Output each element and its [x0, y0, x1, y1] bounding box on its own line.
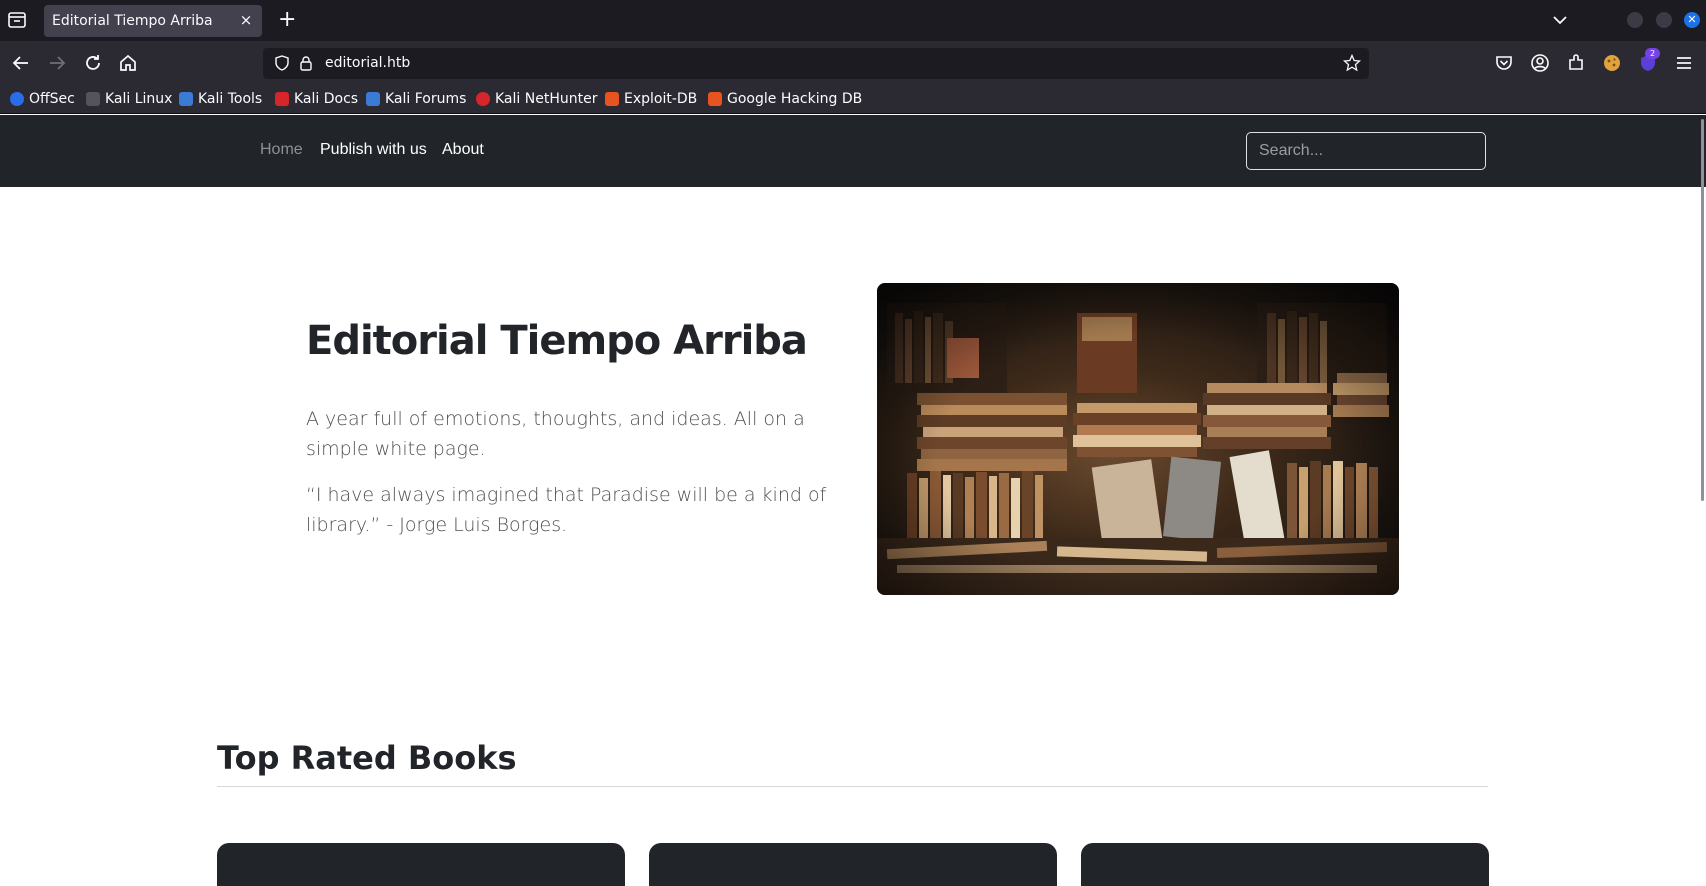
minimize-icon[interactable]: [1627, 12, 1643, 28]
chevron-down-icon[interactable]: [1551, 12, 1569, 28]
new-tab-icon[interactable]: +: [278, 9, 296, 31]
nav-publish-link[interactable]: Publish with us: [320, 141, 427, 159]
kali-tools-icon: [179, 92, 193, 106]
cookie-extension-icon[interactable]: [1602, 53, 1622, 73]
nav-about-link[interactable]: About: [442, 141, 484, 159]
browser-tab[interactable]: Editorial Tiempo Arriba ×: [44, 5, 262, 37]
address-bar[interactable]: editorial.htb: [263, 48, 1369, 79]
extensions-icon[interactable]: [1566, 53, 1586, 73]
hero-bookstore-image: [877, 283, 1399, 595]
bookmark-label: Kali Tools: [198, 91, 263, 107]
kali-docs-icon: [275, 92, 289, 106]
back-icon[interactable]: [10, 52, 32, 74]
scrollbar-thumb[interactable]: [1701, 119, 1704, 501]
bookmark-kali-forums[interactable]: Kali Forums: [366, 90, 466, 108]
account-icon[interactable]: [1530, 53, 1550, 73]
kali-forums-icon: [366, 92, 380, 106]
bookmark-kali-nethunter[interactable]: Kali NetHunter: [476, 90, 597, 108]
reload-icon[interactable]: [82, 52, 104, 74]
nav-home-link[interactable]: Home: [260, 141, 303, 159]
kali-dragon-icon: [86, 92, 100, 106]
book-card[interactable]: [1081, 843, 1489, 886]
pocket-icon[interactable]: [1494, 53, 1514, 73]
lock-icon[interactable]: [299, 55, 313, 71]
shield-icon[interactable]: [274, 55, 290, 71]
book-card[interactable]: [217, 843, 625, 886]
hero-lead-text: A year full of emotions, thoughts, and i…: [306, 408, 805, 460]
tab-title: Editorial Tiempo Arriba: [52, 13, 213, 29]
exploit-db-icon: [605, 92, 619, 106]
hero-quote-text: “I have always imagined that Paradise wi…: [306, 484, 827, 536]
kali-nethunter-icon: [476, 92, 490, 106]
offsec-icon: [10, 92, 24, 106]
bookmarks-toolbar: OffSec Kali Linux Kali Tools Kali Docs K…: [0, 85, 1706, 114]
bookmark-star-icon[interactable]: [1343, 54, 1361, 72]
site-navbar: Home Publish with us About: [0, 115, 1706, 187]
bookmark-label: Kali NetHunter: [495, 91, 598, 107]
bookshelf-illustration: [877, 283, 1399, 595]
bookmark-label: Kali Linux: [105, 91, 173, 107]
bookmark-label: Google Hacking DB: [727, 91, 863, 107]
menu-icon[interactable]: [1674, 53, 1694, 73]
hero-title: Editorial Tiempo Arriba: [306, 318, 808, 364]
extension-badge: 2: [1645, 48, 1660, 59]
section-divider: [217, 786, 1488, 787]
tab-list-icon[interactable]: [7, 11, 27, 29]
bookmark-kali-linux[interactable]: Kali Linux: [86, 90, 172, 108]
ghdb-icon: [708, 92, 722, 106]
tab-close-icon[interactable]: ×: [238, 12, 254, 28]
bookmark-google-hacking-db[interactable]: Google Hacking DB: [708, 90, 862, 108]
bookmark-kali-docs[interactable]: Kali Docs: [275, 90, 358, 108]
bookmark-label: OffSec: [29, 91, 75, 107]
forward-icon[interactable]: [46, 52, 68, 74]
url-text[interactable]: editorial.htb: [325, 55, 410, 71]
bookmark-exploit-db[interactable]: Exploit-DB: [605, 90, 697, 108]
book-card[interactable]: [649, 843, 1057, 886]
bookmark-offsec[interactable]: OffSec: [10, 90, 75, 108]
maximize-icon[interactable]: [1656, 12, 1672, 28]
bookmark-label: Kali Docs: [294, 91, 359, 107]
bookmark-label: Exploit-DB: [624, 91, 698, 107]
top-rated-heading: Top Rated Books: [217, 739, 517, 777]
home-icon[interactable]: [117, 52, 139, 74]
bookmark-kali-tools[interactable]: Kali Tools: [179, 90, 262, 108]
close-window-icon[interactable]: ✕: [1684, 12, 1700, 28]
search-input[interactable]: [1246, 132, 1486, 170]
bookmark-label: Kali Forums: [385, 91, 467, 107]
browser-tab-bar: Editorial Tiempo Arriba × + ✕: [0, 0, 1706, 41]
